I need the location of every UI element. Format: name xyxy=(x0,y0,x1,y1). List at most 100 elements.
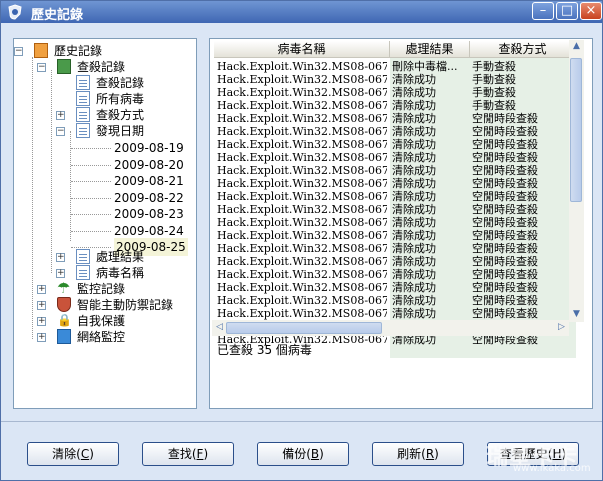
tree-date-5[interactable]: 2009-08-24 xyxy=(114,222,184,240)
clear-button[interactable]: 清除(C) xyxy=(27,442,119,466)
result-cell: 清除成功 xyxy=(392,268,436,281)
table-row[interactable]: Hack.Exploit.Win32.MS08-067.eu 清除成功 空閒時段查殺 xyxy=(214,164,576,177)
tree-active-defense-expander-icon[interactable]: + xyxy=(37,301,46,310)
result-cell: 清除成功 xyxy=(392,138,436,151)
watermark-url: www.ikaka.com xyxy=(513,463,591,474)
lock-icon: 🔒 xyxy=(57,313,72,327)
find-button[interactable]: 查找(F) xyxy=(142,442,234,466)
result-cell: 清除成功 xyxy=(392,125,436,138)
history-folder-icon xyxy=(34,43,48,58)
document-icon xyxy=(76,75,90,90)
tree-date-1[interactable]: 2009-08-20 xyxy=(114,156,184,174)
table-row[interactable]: Hack.Exploit.Win32.MS08-067.eu 清除成功 空閒時段查殺 xyxy=(214,112,576,125)
refresh-label: 刷新 xyxy=(397,447,422,461)
virus-name-cell: Hack.Exploit.Win32.MS08-067.eu xyxy=(217,216,387,229)
tree-date-2[interactable]: 2009-08-21 xyxy=(114,172,184,190)
virus-name-cell: Hack.Exploit.Win32.MS08-067.eu xyxy=(217,242,387,255)
column-header-result[interactable]: 處理結果 xyxy=(390,41,470,58)
table-row[interactable]: Hack.Exploit.Win32.MS08-067.eu 清除成功 空閒時段查殺 xyxy=(214,203,576,216)
close-icon: × xyxy=(585,3,597,18)
table-row[interactable]: Hack.Exploit.Win32.MS08-067.eu 清除成功 空閒時段查殺 xyxy=(214,268,576,281)
virus-name-cell: Hack.Exploit.Win32.MS08-067.eu xyxy=(217,164,387,177)
tree-network-monitor-expander-icon[interactable]: + xyxy=(37,333,46,342)
tree-monitor-records-expander-icon[interactable]: + xyxy=(37,285,46,294)
method-cell: 空閒時段查殺 xyxy=(472,190,538,203)
find-label: 查找 xyxy=(167,447,192,461)
table-row[interactable]: Hack.Exploit.Win32.MS08-067.eu 清除成功 空閒時段查殺 xyxy=(214,216,576,229)
status-text: 已查殺 35 個病毒 xyxy=(217,343,312,357)
find-shortcut: F xyxy=(196,447,204,461)
document-icon xyxy=(76,249,90,264)
minimize-button[interactable]: – xyxy=(532,2,554,20)
tree-date-0[interactable]: 2009-08-19 xyxy=(114,139,184,157)
method-cell: 空閒時段查殺 xyxy=(472,268,538,281)
tree-self-protection-expander-icon[interactable]: + xyxy=(37,317,46,326)
scroll-left-icon[interactable]: ◁ xyxy=(212,322,227,332)
maximize-icon: □ xyxy=(560,3,574,18)
table-row[interactable]: Hack.Exploit.Win32.MS08-067.eu 清除成功 空閒時段查殺 xyxy=(214,281,576,294)
virus-name-cell: Hack.Exploit.Win32.MS08-067.eu xyxy=(217,112,387,125)
table-row[interactable]: Hack.Exploit.Win32.MS08-067.eu 清除成功 手動查殺 xyxy=(214,99,576,112)
horizontal-scrollbar[interactable]: ◁ ▷ xyxy=(212,320,569,336)
table-row[interactable]: Hack.Exploit.Win32.MS08-067.eu 清除成功 空閒時段查殺 xyxy=(214,242,576,255)
network-monitor-icon xyxy=(57,329,71,344)
column-header-virus-name[interactable]: 病毒名稱 xyxy=(214,41,390,58)
virus-name-cell: Hack.Exploit.Win32.MS08-067.eu xyxy=(217,281,387,294)
result-cell: 清除成功 xyxy=(392,229,436,242)
virus-name-cell: Hack.Exploit.Win32.MS08-067.eu xyxy=(217,177,387,190)
table-row[interactable]: Hack.Exploit.Win32.MS08-067.eu 清除成功 手動查殺 xyxy=(214,86,576,99)
result-cell: 清除成功 xyxy=(392,151,436,164)
scroll-up-icon[interactable]: ▲ xyxy=(569,41,584,51)
result-cell: 清除成功 xyxy=(392,307,436,320)
virus-name-cell: Hack.Exploit.Win32.MS08-067.eu xyxy=(217,125,387,138)
virus-name-cell: Hack.Exploit.Win32.MS08-067.eu xyxy=(217,86,387,99)
result-cell: 清除成功 xyxy=(392,242,436,255)
tree-item-virus-name-expander-icon[interactable]: + xyxy=(56,269,65,278)
close-button[interactable]: × xyxy=(580,2,602,20)
virus-name-cell: Hack.Exploit.Win32.MS08-067.eu xyxy=(217,255,387,268)
backup-button[interactable]: 備份(B) xyxy=(257,442,349,466)
window-title: 歷史記錄 xyxy=(31,8,84,23)
virus-name-cell: Hack.Exploit.Win32.MS08-067.eu xyxy=(217,229,387,242)
table-row[interactable]: Hack.Exploit.Win32.MS08-067.eu 清除成功 空閒時段查殺 xyxy=(214,151,576,164)
horizontal-scroll-thumb[interactable] xyxy=(226,322,382,334)
vertical-scroll-thumb[interactable] xyxy=(570,58,582,202)
table-row[interactable]: Hack.Exploit.Win32.MS08-067.bg 刪除中毒檔... 手動… xyxy=(214,60,576,73)
table-row[interactable]: Hack.Exploit.Win32.MS08-067.eu 清除成功 空閒時段查殺 xyxy=(214,307,576,320)
method-cell: 手動查殺 xyxy=(472,99,516,112)
method-cell: 空閒時段查殺 xyxy=(472,281,538,294)
method-cell: 手動查殺 xyxy=(472,86,516,99)
column-header-method[interactable]: 查殺方式 xyxy=(470,41,576,58)
table-row[interactable]: Hack.Exploit.Win32.MS08-067.eu 清除成功 空閒時段查殺 xyxy=(214,125,576,138)
maximize-button[interactable]: □ xyxy=(556,2,578,20)
refresh-button[interactable]: 刷新(R) xyxy=(372,442,464,466)
table-row[interactable]: Hack.Exploit.Win32.MS08-067.eu 清除成功 空閒時段查殺 xyxy=(214,138,576,151)
table-row[interactable]: Hack.Exploit.Win32.MS08-067.eu 清除成功 空閒時段查殺 xyxy=(214,229,576,242)
result-cell: 清除成功 xyxy=(392,112,436,125)
scroll-right-icon[interactable]: ▷ xyxy=(554,322,569,332)
tree-item-found-date-expander-icon[interactable]: − xyxy=(56,127,65,136)
table-row[interactable]: Hack.Exploit.Win32.MS08-067.eu 清除成功 空閒時段查殺 xyxy=(214,255,576,268)
document-icon xyxy=(76,91,90,106)
history-tree: − 歷史記錄 − 查殺記錄 查殺記錄 所有病毒 + 查殺方式 − 發現日期 2009-08-19 20… xyxy=(13,38,197,409)
vertical-scrollbar[interactable]: ▲ ▼ xyxy=(569,40,584,322)
table-row[interactable]: Hack.Exploit.Win32.MS08-067.eu 清除成功 手動查殺 xyxy=(214,73,576,86)
result-cell: 清除成功 xyxy=(392,190,436,203)
title-bar: 歷史記錄 – □ × xyxy=(1,1,602,23)
tree-item-scan-method-expander-icon[interactable]: + xyxy=(56,111,65,120)
tree-scan-records-expander-icon[interactable]: − xyxy=(37,63,46,72)
result-cell: 刪除中毒檔... xyxy=(392,60,458,73)
table-row[interactable]: Hack.Exploit.Win32.MS08-067.eu 清除成功 空閒時段查殺 xyxy=(214,190,576,203)
result-cell: 清除成功 xyxy=(392,86,436,99)
virus-name-cell: Hack.Exploit.Win32.MS08-067.eu xyxy=(217,307,387,320)
tree-date-4[interactable]: 2009-08-23 xyxy=(114,205,184,223)
virus-name-cell: Hack.Exploit.Win32.MS08-067.eu xyxy=(217,190,387,203)
virus-name-cell: Hack.Exploit.Win32.MS08-067.eu xyxy=(217,138,387,151)
scroll-down-icon[interactable]: ▼ xyxy=(569,309,584,319)
table-row[interactable]: Hack.Exploit.Win32.MS08-067.eu 清除成功 空閒時段查殺 xyxy=(214,177,576,190)
tree-root-history-expander-icon[interactable]: − xyxy=(14,47,23,56)
virus-name-cell: Hack.Exploit.Win32.MS08-067.bg xyxy=(217,60,387,73)
table-row[interactable]: Hack.Exploit.Win32.MS08-067.eu 清除成功 空閒時段查殺 xyxy=(214,294,576,307)
tree-date-3[interactable]: 2009-08-22 xyxy=(114,189,184,207)
tree-item-result-expander-icon[interactable]: + xyxy=(56,253,65,262)
